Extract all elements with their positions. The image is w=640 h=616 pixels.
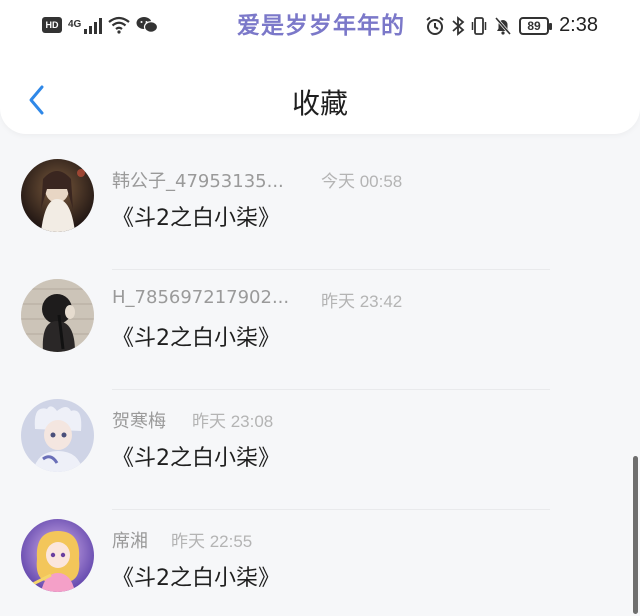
avatar[interactable] <box>21 159 94 232</box>
item-meta: 韩公子_47953135... 今天 00:58 <box>112 167 402 193</box>
hd-badge: HD <box>42 17 62 33</box>
alarm-icon <box>426 16 444 35</box>
status-left-group: HD 4G <box>42 16 159 34</box>
favorites-list: 韩公子_47953135... 今天 00:58 《斗2之白小柒》 H_7856… <box>0 150 640 616</box>
favorite-item[interactable]: 贺寒梅 昨天 23:08 《斗2之白小柒》 <box>0 390 640 510</box>
status-bar: HD 4G 爱是岁岁年年的 89 2:38 <box>0 0 640 52</box>
status-time: 2:38 <box>559 14 598 36</box>
item-meta: H_785697217902... 昨天 23:42 <box>112 287 402 313</box>
item-time: 昨天 23:08 <box>192 412 274 431</box>
scrollbar[interactable] <box>633 456 638 614</box>
item-meta: 贺寒梅 昨天 23:08 <box>112 407 273 433</box>
page-title: 收藏 <box>291 87 348 120</box>
item-title: 《斗2之白小柒》 <box>112 566 280 591</box>
item-time: 今天 00:58 <box>321 172 403 191</box>
mute-bell-icon <box>494 16 512 35</box>
network-type: 4G <box>68 19 82 30</box>
status-right-group: 89 2:38 <box>425 14 598 37</box>
signal-icon <box>84 16 103 34</box>
user-name: 席湘 <box>112 531 148 552</box>
item-meta: 席湘 昨天 22:55 <box>112 527 252 553</box>
battery-indicator: 89 <box>519 16 553 35</box>
avatar[interactable] <box>21 399 94 472</box>
nav-bar: 收藏 <box>0 64 640 134</box>
avatar[interactable] <box>21 279 94 352</box>
avatar[interactable] <box>21 519 94 592</box>
user-name: H_785697217902... <box>112 287 290 308</box>
top-bar: HD 4G 爱是岁岁年年的 89 2:38 收藏 <box>0 0 640 134</box>
item-title: 《斗2之白小柒》 <box>112 446 280 471</box>
vibrate-icon <box>471 16 487 35</box>
favorite-item[interactable]: 席湘 昨天 22:55 《斗2之白小柒》 <box>0 510 640 616</box>
user-name: 贺寒梅 <box>112 411 166 432</box>
item-title: 《斗2之白小柒》 <box>112 326 280 351</box>
bluetooth-icon <box>452 15 465 36</box>
favorite-item[interactable]: 韩公子_47953135... 今天 00:58 《斗2之白小柒》 <box>0 150 640 270</box>
wifi-icon <box>108 16 131 34</box>
favorite-item[interactable]: H_785697217902... 昨天 23:42 《斗2之白小柒》 <box>0 270 640 390</box>
item-time: 昨天 23:42 <box>321 292 403 311</box>
wechat-icon <box>136 17 159 33</box>
status-banner-text: 爱是岁岁年年的 <box>237 13 405 39</box>
user-name: 韩公子_47953135... <box>112 171 284 192</box>
item-time: 昨天 22:55 <box>171 532 253 551</box>
item-title: 《斗2之白小柒》 <box>112 206 280 231</box>
